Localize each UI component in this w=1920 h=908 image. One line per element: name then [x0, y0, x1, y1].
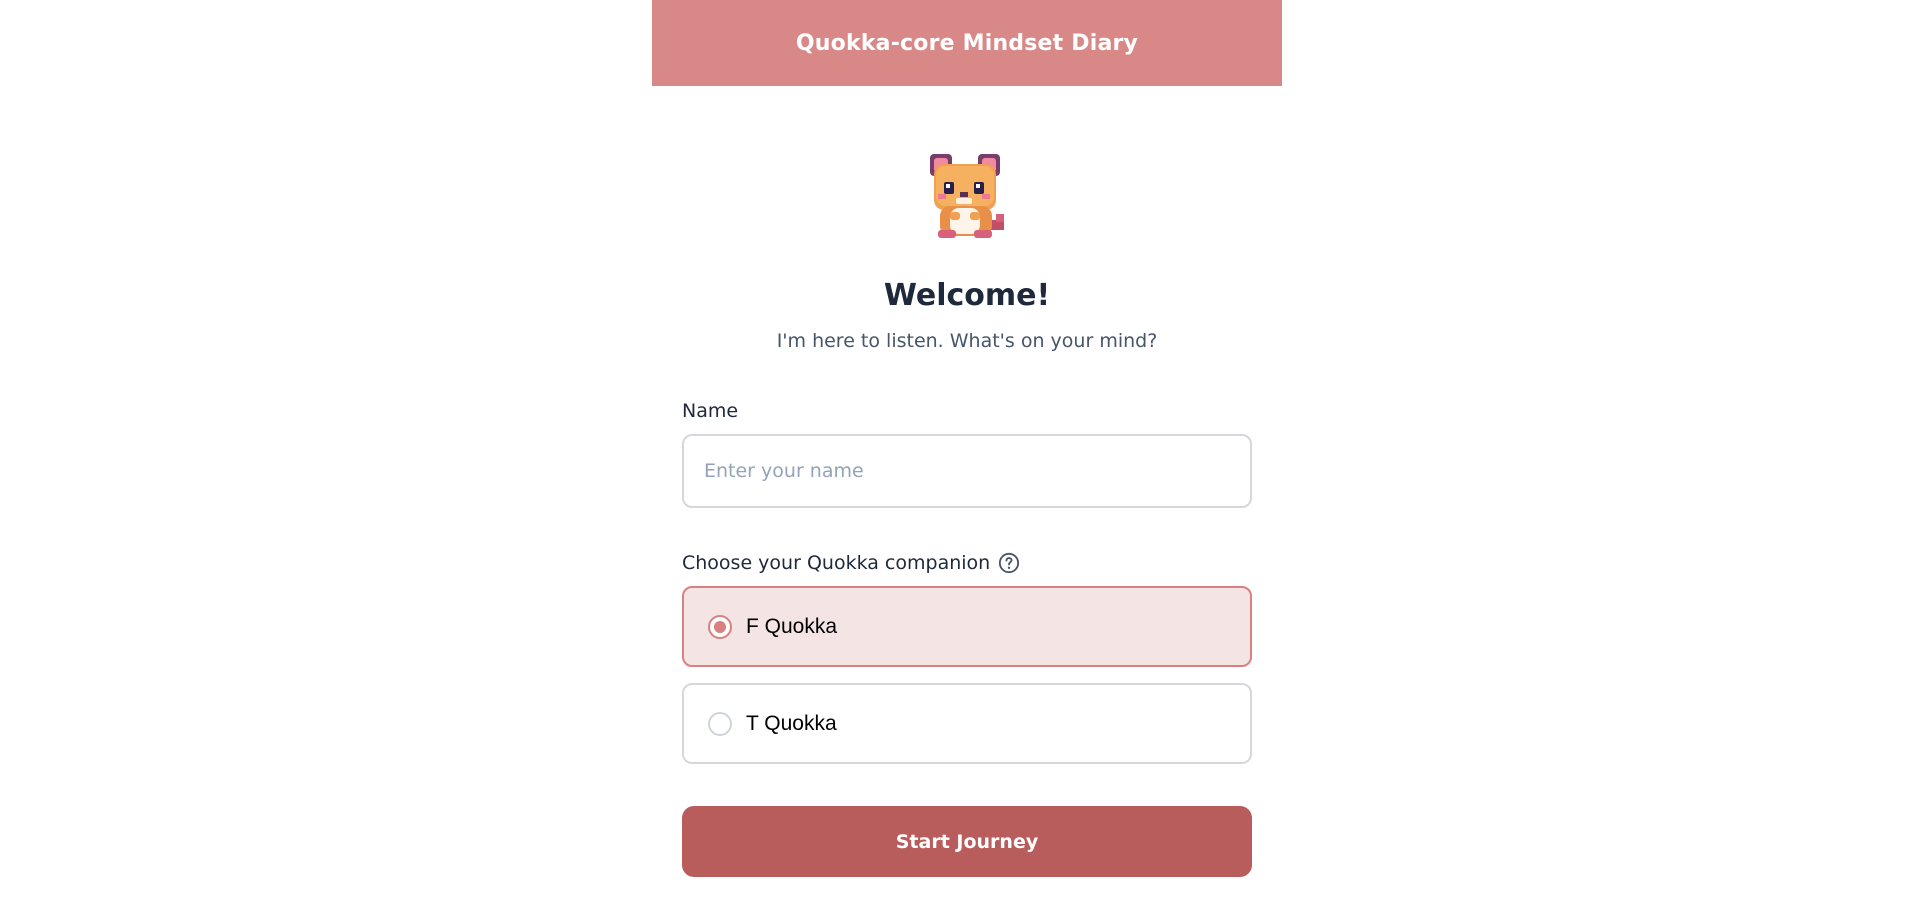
companion-label-text: Choose your Quokka companion	[682, 552, 991, 574]
welcome-title: Welcome!	[883, 278, 1051, 313]
companion-label: Choose your Quokka companion	[682, 552, 1252, 574]
welcome-subtitle: I'm here to listen. What's on your mind?	[776, 330, 1158, 352]
companion-option-t-quokka[interactable]: T Quokka	[682, 683, 1252, 764]
radio-selected-icon[interactable]	[708, 614, 732, 639]
radio-inner-dot	[714, 620, 726, 633]
app-title: Quokka-core Mindset Diary	[795, 30, 1139, 56]
companion-option-label: T Quokka	[746, 711, 837, 735]
name-label-text: Name	[682, 400, 739, 422]
question-circle-icon[interactable]	[998, 552, 1020, 574]
onboarding-form: Name Choose your Quokka companion F Quok…	[682, 400, 1252, 877]
app-container: Quokka-core Mindset Diary Welcome! I'm h…	[652, 0, 1282, 908]
header-bar: Quokka-core Mindset Diary	[652, 0, 1282, 86]
name-label: Name	[682, 400, 1252, 422]
quokka-mascot-icon	[930, 154, 1004, 238]
companion-option-f-quokka[interactable]: F Quokka	[682, 586, 1252, 667]
start-journey-button[interactable]: Start Journey	[682, 806, 1252, 877]
name-input[interactable]	[682, 434, 1252, 508]
companion-option-label: F Quokka	[746, 614, 838, 638]
radio-unselected-icon[interactable]	[708, 711, 732, 736]
